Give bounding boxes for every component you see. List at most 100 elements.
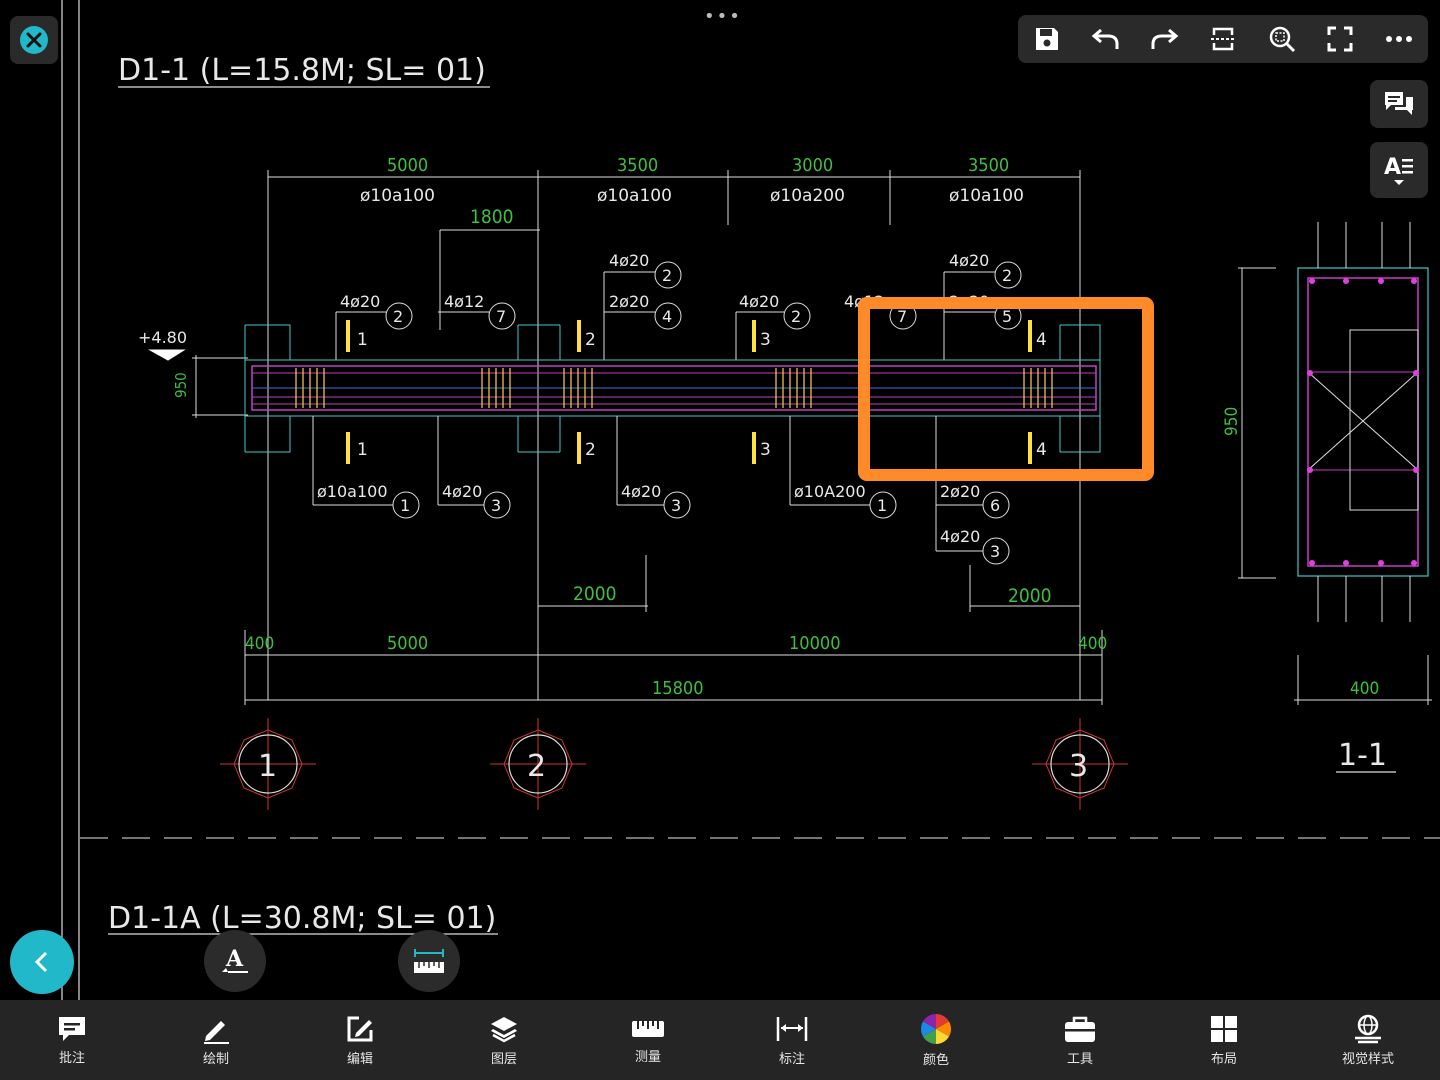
stirrup-label-1: ø10a100 bbox=[360, 186, 435, 206]
callout-num-8: 5 bbox=[1002, 307, 1012, 326]
scan-select-button[interactable] bbox=[1201, 17, 1245, 61]
section-title: 1-1 bbox=[1338, 738, 1387, 773]
callout-bottom-num-3: 3 bbox=[671, 496, 681, 515]
callout-text-3: 4ø20 bbox=[609, 251, 649, 270]
callout-num-2: 7 bbox=[496, 307, 506, 326]
close-icon bbox=[20, 26, 48, 54]
bottom-tab-label: 绘制 bbox=[202, 1051, 229, 1067]
callout-bottom-text-2: 4ø20 bbox=[442, 482, 482, 501]
section-mark-2-bottom: 2 bbox=[585, 440, 596, 460]
bottom-tab-visual-style[interactable]: 视觉样式 bbox=[1296, 1000, 1440, 1080]
dim-top-4: 3500 bbox=[968, 155, 1009, 176]
callout-text-1: 4ø20 bbox=[340, 292, 380, 311]
callout-bottom-num-6: 3 bbox=[990, 542, 1000, 561]
bottom-tab-layers[interactable]: 图层 bbox=[432, 1000, 576, 1080]
color-wheel-icon bbox=[920, 1013, 952, 1044]
callout-num-7: 2 bbox=[1002, 266, 1012, 285]
callout-num-1: 2 bbox=[393, 307, 403, 326]
callout-text-5: 4ø20 bbox=[739, 292, 779, 311]
dim-2000-right: 2000 bbox=[1008, 585, 1052, 607]
comments-button[interactable] bbox=[1370, 80, 1428, 128]
eye-globe-icon bbox=[1355, 1014, 1381, 1043]
text-tool-icon: A bbox=[222, 946, 248, 973]
save-button[interactable] bbox=[1025, 17, 1069, 61]
collapse-panel-button[interactable] bbox=[10, 930, 74, 994]
callout-num-3: 2 bbox=[662, 266, 672, 285]
toolbox-icon bbox=[1065, 1016, 1095, 1042]
comment-icon bbox=[59, 1016, 85, 1041]
bottom-tab-label: 视觉样式 bbox=[1341, 1051, 1394, 1067]
callout-bottom-text-3: 4ø20 bbox=[621, 482, 661, 501]
chevron-left-icon bbox=[34, 951, 48, 973]
stirrup-label-2: ø10a100 bbox=[597, 186, 672, 206]
chat-bubbles-icon bbox=[1385, 92, 1413, 115]
fullscreen-icon bbox=[1327, 26, 1353, 52]
elevation-marker bbox=[148, 349, 186, 361]
callout-bottom-text-1: ø10a100 bbox=[317, 482, 388, 501]
more-button[interactable] bbox=[1377, 17, 1421, 61]
layout-grid-icon bbox=[1211, 1015, 1237, 1042]
measure-distance-tool[interactable] bbox=[398, 930, 460, 992]
bottom-tab-label: 测量 bbox=[634, 1049, 661, 1065]
zoom-extent-button[interactable] bbox=[1260, 17, 1304, 61]
bottom-tab-label: 工具 bbox=[1066, 1051, 1093, 1067]
zoom-extent-icon bbox=[1269, 26, 1295, 53]
callout-num-5: 2 bbox=[791, 307, 801, 326]
top-toolbar bbox=[1018, 15, 1428, 63]
bottom-tab-label: 布局 bbox=[1210, 1051, 1237, 1067]
callout-text-4: 2ø20 bbox=[609, 292, 649, 311]
stirrup-label-3: ø10a200 bbox=[770, 186, 845, 206]
svg-text:A: A bbox=[225, 946, 244, 972]
section-mark-1-top: 1 bbox=[357, 330, 368, 350]
callout-bottom-num-4: 1 bbox=[877, 496, 887, 515]
dim-bottom-400-right: 400 bbox=[1078, 634, 1107, 654]
bottom-tab-annotate[interactable]: 批注 bbox=[0, 1000, 144, 1080]
callout-bottom-text-6: 4ø20 bbox=[940, 527, 980, 546]
callout-bottom-num-5: 6 bbox=[990, 496, 1000, 515]
axis-bubble-1: 1 bbox=[258, 749, 277, 784]
text-annotation-tool[interactable]: A bbox=[204, 930, 266, 992]
elevation-label: +4.80 bbox=[138, 328, 187, 347]
bottom-tab-color[interactable]: 颜色 bbox=[864, 1000, 1008, 1080]
dim-top-1: 5000 bbox=[387, 155, 428, 176]
callout-text-2: 4ø12 bbox=[444, 292, 484, 311]
cad-drawing-canvas[interactable]: D1-1 (L=15.8M; SL= 01) 5000 3500 3000 35… bbox=[0, 0, 1440, 1000]
section-1-1-detail bbox=[1238, 222, 1432, 705]
drag-handle-icon[interactable]: ••• bbox=[704, 6, 742, 27]
stirrup-label-4: ø10a100 bbox=[949, 186, 1024, 206]
fullscreen-button[interactable] bbox=[1318, 17, 1362, 61]
section-mark-2-top: 2 bbox=[585, 330, 596, 350]
dim-bottom-10000: 10000 bbox=[789, 633, 841, 654]
text-style-button[interactable]: A bbox=[1370, 142, 1428, 198]
dim-bottom-400-left: 400 bbox=[245, 634, 274, 654]
dim-total-15800: 15800 bbox=[652, 678, 704, 699]
bottom-tab-layout[interactable]: 布局 bbox=[1152, 1000, 1296, 1080]
axis-bubble-2: 2 bbox=[527, 749, 546, 784]
ruler-icon bbox=[632, 1020, 664, 1037]
dim-1800: 1800 bbox=[470, 206, 514, 228]
dim-top-2: 3500 bbox=[617, 155, 658, 176]
callout-text-7: 4ø20 bbox=[949, 251, 989, 270]
close-button[interactable] bbox=[10, 16, 58, 64]
bottom-tab-measure[interactable]: 测量 bbox=[576, 1000, 720, 1080]
dim-2000-left: 2000 bbox=[573, 583, 617, 605]
redo-button[interactable] bbox=[1142, 17, 1186, 61]
caret-down-icon bbox=[1394, 180, 1404, 185]
drawing-title-1: D1-1 (L=15.8M; SL= 01) bbox=[118, 53, 486, 88]
scan-select-icon bbox=[1210, 27, 1235, 51]
height-950: 950 bbox=[172, 372, 190, 398]
callout-bottom-num-2: 3 bbox=[491, 496, 501, 515]
undo-icon bbox=[1091, 28, 1119, 49]
callout-bottom-text-5: 2ø20 bbox=[940, 482, 980, 501]
undo-button[interactable] bbox=[1084, 17, 1128, 61]
bottom-tab-label: 编辑 bbox=[346, 1051, 373, 1067]
pencil-icon bbox=[204, 1020, 229, 1044]
bottom-tab-dimension[interactable]: 标注 bbox=[720, 1000, 864, 1080]
section-mark-1-bottom: 1 bbox=[357, 440, 368, 460]
ruler-distance-icon bbox=[414, 949, 444, 973]
bottom-tab-label: 图层 bbox=[490, 1051, 517, 1067]
bottom-tab-tools[interactable]: 工具 bbox=[1008, 1000, 1152, 1080]
bottom-tab-edit[interactable]: 编辑 bbox=[288, 1000, 432, 1080]
bottom-tab-draw[interactable]: 绘制 bbox=[144, 1000, 288, 1080]
beam-elevation bbox=[244, 324, 1101, 453]
